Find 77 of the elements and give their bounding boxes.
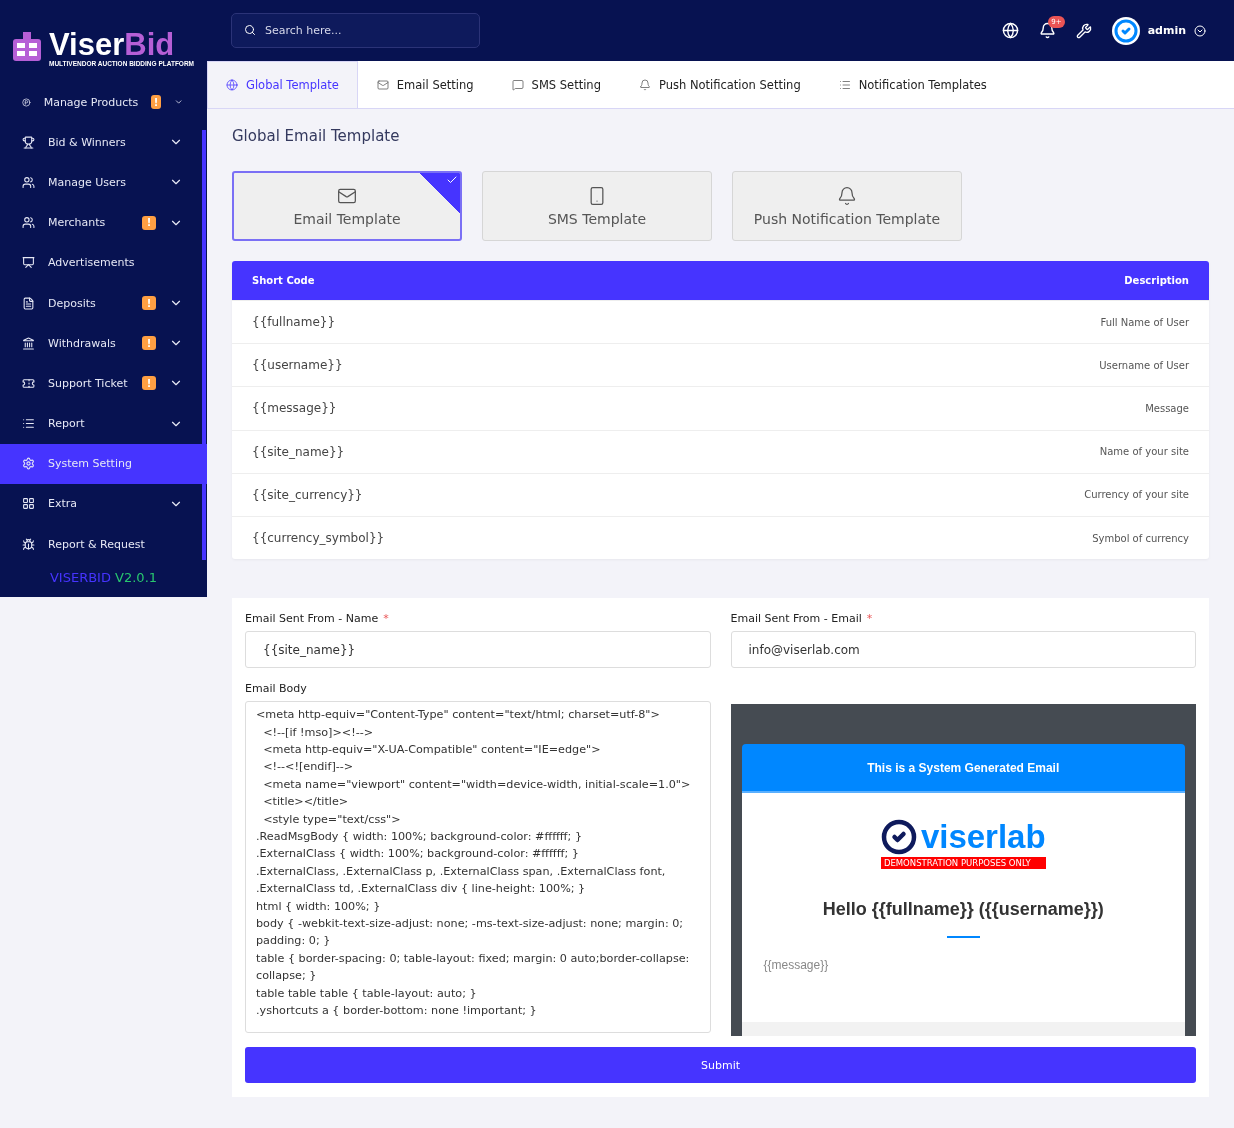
table-cell: Name of your site: [1099, 446, 1189, 458]
user-menu[interactable]: admin: [1111, 16, 1206, 45]
page-title: Global Email Template: [232, 127, 401, 145]
tab[interactable]: Global Template: [207, 61, 358, 108]
sidebar-item[interactable]: Deposits !: [0, 282, 203, 324]
settings-icon: [22, 457, 35, 471]
preview-greeting: Hello {{fullname}} ({{username}}): [822, 899, 1104, 921]
sidebar-item[interactable]: Manage Products !: [0, 82, 203, 123]
trophy-icon: [22, 135, 35, 149]
board-icon: [22, 256, 35, 270]
sidebar-item[interactable]: Manage Users: [0, 162, 203, 203]
sidebar-item[interactable]: Bid & Winners: [0, 122, 203, 163]
message-icon: [511, 79, 524, 91]
grid-icon: [22, 497, 35, 511]
preview-message: {{message}}: [763, 958, 829, 973]
table-cell: {{fullname}}: [252, 315, 336, 330]
list-icon: [838, 79, 851, 91]
sidebar-item[interactable]: Withdrawals !: [0, 323, 203, 364]
sidebar-item[interactable]: Support Ticket !: [0, 363, 203, 404]
table-cell: Currency of your site: [1084, 489, 1189, 501]
table-cell: {{currency_symbol}}: [252, 531, 385, 546]
table-cell: Symbol of currency: [1092, 532, 1189, 544]
field-label: Email Sent From - Name *: [245, 612, 390, 626]
brand-name: ViserBid: [49, 29, 175, 60]
sidebar-item[interactable]: Merchants !: [0, 202, 203, 243]
list-icon: [22, 417, 35, 431]
template-card[interactable]: Push Notification Template: [732, 171, 962, 241]
alert-badge: !: [142, 376, 156, 391]
template-card[interactable]: Email Template: [232, 171, 462, 241]
table-header: Short Code Description: [232, 261, 1209, 300]
demo-label: DEMONSTRATION PURPOSES ONLY: [880, 857, 1046, 870]
envelope-icon: [376, 79, 389, 91]
email-body-field[interactable]: <meta http-equiv="Content-Type" content="text/html; charset=utf-8"> <!--[if !mso]><!--> <meta http-equiv="X-UA-Compatible" content="IE=edge"> <!--<![endif]--> <meta name="viewport" content="width=device-width, initial-scale=1.0"> <title></title> <style type="text/css"> .ReadMsgBody { width: 100%; background-color: #ffffff; } .ExternalClass { width: 100%; background-color: #ffffff; } .ExternalClass, .ExternalClass p, .ExternalClass span, .ExternalClass font, .ExternalClass td, .ExternalClass div { line-height: 100%; } html { width: 100%; } body { -webkit-text-size-adjust: none; -ms-text-size-adjust: none; margin: 0; padding: 0; } table { border-spacing: 0; table-layout: fixed; margin: 0 auto;border-collapse: collapse; } table table table { table-layout: auto; } .yshortcuts a { border-bottom: none !important; }: [245, 701, 711, 1034]
sidebar-item[interactable]: Advertisements: [0, 242, 203, 283]
alert-badge: !: [142, 215, 156, 230]
p-circle-icon: [22, 95, 31, 109]
search-field[interactable]: Search here...: [231, 13, 480, 48]
check-circle-icon: [880, 819, 917, 856]
table-cell: Full Name of User: [1100, 316, 1189, 328]
bank-icon: [22, 336, 35, 350]
field-label: Email Sent From - Email *: [730, 612, 874, 626]
sidebar-item[interactable]: Extra: [0, 483, 203, 525]
input-field[interactable]: {{site_name}}: [245, 631, 711, 669]
globe-icon[interactable]: [1001, 22, 1019, 39]
table-cell: {{message}}: [252, 401, 337, 416]
avatar: [1111, 16, 1140, 45]
table-cell: {{site_name}}: [252, 444, 345, 459]
bell-icon: [837, 185, 857, 206]
preview-logo: viserlab: [920, 821, 1046, 854]
table-cell: {{username}}: [252, 358, 343, 373]
sidebar-item[interactable]: Report: [0, 403, 203, 444]
alert-badge: !: [142, 336, 156, 351]
alert-badge: !: [151, 95, 161, 110]
version-label: VISERBID V2.0.1: [48, 570, 159, 586]
bug-icon: [22, 537, 35, 551]
table-cell: {{site_currency}}: [252, 487, 363, 502]
search-icon: [244, 24, 256, 36]
submit-button[interactable]: Submit: [245, 1047, 1196, 1084]
alert-badge: !: [142, 296, 156, 311]
bell-icon: [638, 79, 651, 91]
document-icon: [22, 296, 35, 310]
table-cell: Message: [1145, 402, 1189, 414]
users-icon: [22, 175, 35, 189]
ticket-icon: [22, 376, 35, 390]
table-cell: Username of User: [1099, 359, 1189, 371]
globe-icon: [226, 79, 238, 91]
field-label: Email Body: [245, 682, 308, 696]
template-card[interactable]: SMS Template: [482, 171, 712, 241]
bell-icon[interactable]: [1038, 22, 1056, 39]
check-icon: [446, 174, 458, 186]
sidebar-item[interactable]: System Setting: [0, 443, 207, 484]
sidebar-item[interactable]: Report & Request: [0, 524, 203, 565]
input-field[interactable]: info@viserlab.com: [730, 631, 1196, 669]
chevron-down-icon: [1194, 24, 1206, 37]
wrench-icon[interactable]: [1075, 22, 1092, 39]
users-icon: [22, 216, 35, 230]
preview-header: This is a System Generated Email: [741, 744, 1185, 794]
